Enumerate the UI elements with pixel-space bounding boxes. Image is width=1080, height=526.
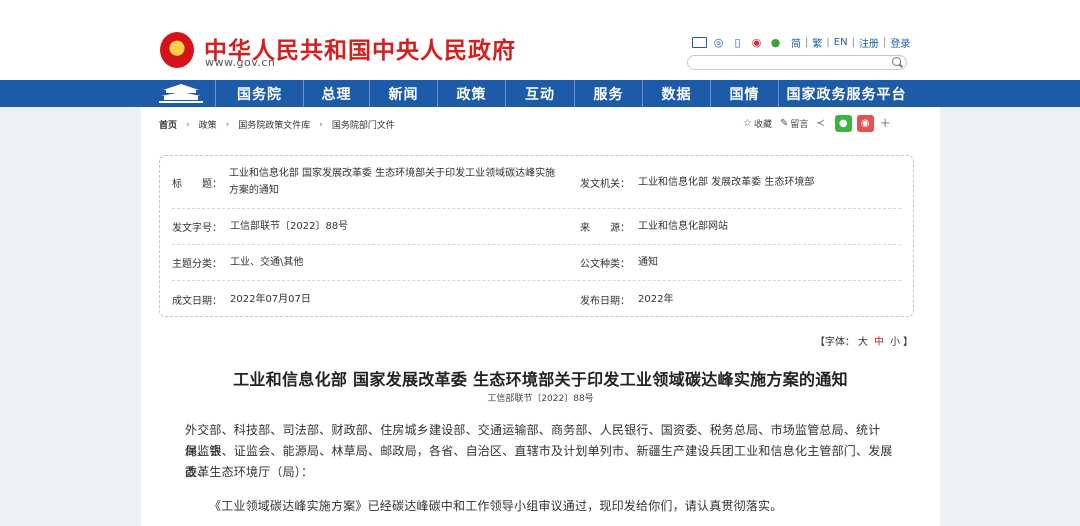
link-simplified[interactable]: 简 — [791, 35, 801, 50]
info-row: 标 题： 工业和信息化部 国家发展改革委 生态环境部关于印发工业领域碳达峰实施方… — [172, 156, 901, 209]
docno-value: 工信部联节〔2022〕88号 — [230, 221, 349, 232]
doctype-value: 通知 — [638, 257, 658, 268]
breadcrumb-home[interactable]: 首页 — [159, 118, 177, 131]
link-login[interactable]: 登录 — [890, 35, 910, 50]
article-doc-number: 工信部联节〔2022〕88号 — [487, 394, 594, 404]
site-url: www.gov.cn — [205, 56, 276, 69]
font-size-small[interactable]: 小 — [890, 333, 900, 348]
font-size-large[interactable]: 大 — [858, 333, 868, 348]
article-paragraph: 《工业领域碳达峰实施方案》已经碳达峰碳中和工作领导小组审议通过，现印发给你们，请… — [209, 499, 783, 513]
written-date-label: 成文日期： — [172, 295, 222, 307]
nav-item-policy[interactable]: 政策 — [437, 80, 505, 107]
source-value: 工业和信息化部网站 — [638, 221, 728, 232]
info-row: 成文日期： 2022年07月07日 发布日期： 2022年 — [172, 281, 901, 317]
main-nav: 国务院 总理 新闻 政策 互动 服务 数据 国情 国家政务服务平台 — [0, 80, 1080, 107]
search-icon[interactable] — [892, 57, 901, 66]
nav-item-gov-service-platform[interactable]: 国家政务服务平台 — [778, 80, 914, 107]
search-input[interactable] — [687, 55, 907, 70]
published-date-label: 发布日期： — [580, 295, 630, 307]
top-links: ◎ ▯ ◉ ● 简 | 繁 | EN | 注册 | 登录 — [692, 34, 914, 50]
mail-icon[interactable] — [692, 36, 707, 48]
site-header: 中华人民共和国中央人民政府 www.gov.cn ◎ ▯ ◉ ● 简 | 繁 | E… — [0, 0, 1080, 80]
info-row: 发文字号： 工信部联节〔2022〕88号 来 源： 工业和信息化部网站 — [172, 209, 901, 245]
phone-icon[interactable]: ▯ — [730, 35, 745, 49]
national-emblem-icon — [160, 32, 194, 68]
nav-item-premier[interactable]: 总理 — [303, 80, 369, 107]
nav-item-service[interactable]: 服务 — [574, 80, 642, 107]
written-date-value: 2022年07月07日 — [230, 293, 311, 305]
doctype-label: 公文种类： — [580, 259, 630, 270]
article-tools: ☆ 收藏 ✎ 留言 ≺ ● ◉ + — [743, 114, 891, 132]
plus-icon[interactable]: + — [880, 116, 891, 131]
share-icon[interactable]: ≺ — [816, 118, 826, 129]
font-size-switcher: 【字体： 大 中 小 】 — [815, 333, 913, 348]
chat-icon[interactable]: ◎ — [711, 35, 726, 49]
link-english[interactable]: EN — [834, 37, 848, 48]
topic-value: 工业、交通\其他 — [230, 257, 304, 268]
article-paragraph: 委、生态环境厅（局）： — [185, 465, 314, 479]
wechat-icon[interactable]: ● — [768, 35, 783, 49]
star-icon: ☆ — [743, 117, 752, 129]
font-size-medium[interactable]: 中 — [874, 333, 884, 348]
nav-item-state-council[interactable]: 国务院 — [215, 80, 303, 107]
issuer-value: 工业和信息化部 发展改革委 生态环境部 — [638, 176, 815, 188]
nav-item-news[interactable]: 新闻 — [369, 80, 437, 107]
nav-item-national-info[interactable]: 国情 — [710, 80, 778, 107]
tiananmen-icon — [159, 84, 203, 103]
info-row: 主题分类： 工业、交通\其他 公文种类： 通知 — [172, 245, 901, 281]
nav-item-interaction[interactable]: 互动 — [505, 80, 574, 107]
weibo-share-icon[interactable]: ◉ — [856, 114, 874, 132]
breadcrumb-policy-library[interactable]: 国务院政策文件库 — [238, 118, 310, 131]
topic-label: 主题分类： — [172, 259, 222, 270]
wechat-share-icon[interactable]: ● — [834, 114, 852, 132]
breadcrumb-department-docs[interactable]: 国务院部门文件 — [332, 118, 395, 131]
chevron-right-icon: › — [225, 119, 230, 130]
chevron-right-icon: › — [319, 119, 323, 130]
issuer-label: 发文机关： — [580, 178, 630, 190]
link-traditional[interactable]: 繁 — [812, 35, 822, 50]
link-register[interactable]: 注册 — [859, 35, 879, 50]
title-value: 工业和信息化部 国家发展改革委 生态环境部关于印发工业领域碳达峰实施方案的通知 — [228, 168, 556, 196]
breadcrumb-policy[interactable]: 政策 — [199, 118, 217, 131]
breadcrumb: 首页 › 政策 › 国务院政策文件库 › 国务院部门文件 — [159, 118, 395, 132]
comment-button[interactable]: ✎ 留言 — [780, 117, 808, 130]
source-label: 来 源： — [580, 223, 630, 234]
article-title: 工业和信息化部 国家发展改革委 生态环境部关于印发工业领域碳达峰实施方案的通知 — [233, 370, 848, 389]
nav-item-data[interactable]: 数据 — [642, 80, 710, 107]
document-info-box: 标 题： 工业和信息化部 国家发展改革委 生态环境部关于印发工业领域碳达峰实施方… — [159, 155, 914, 317]
pen-icon: ✎ — [779, 117, 789, 129]
published-date-value: 2022年 — [638, 293, 674, 305]
chevron-right-icon: › — [186, 119, 190, 130]
title-label: 标 题： — [172, 178, 222, 190]
weibo-icon[interactable]: ◉ — [749, 35, 764, 49]
collect-button[interactable]: ☆ 收藏 — [743, 117, 772, 130]
docno-label: 发文字号： — [172, 223, 222, 234]
